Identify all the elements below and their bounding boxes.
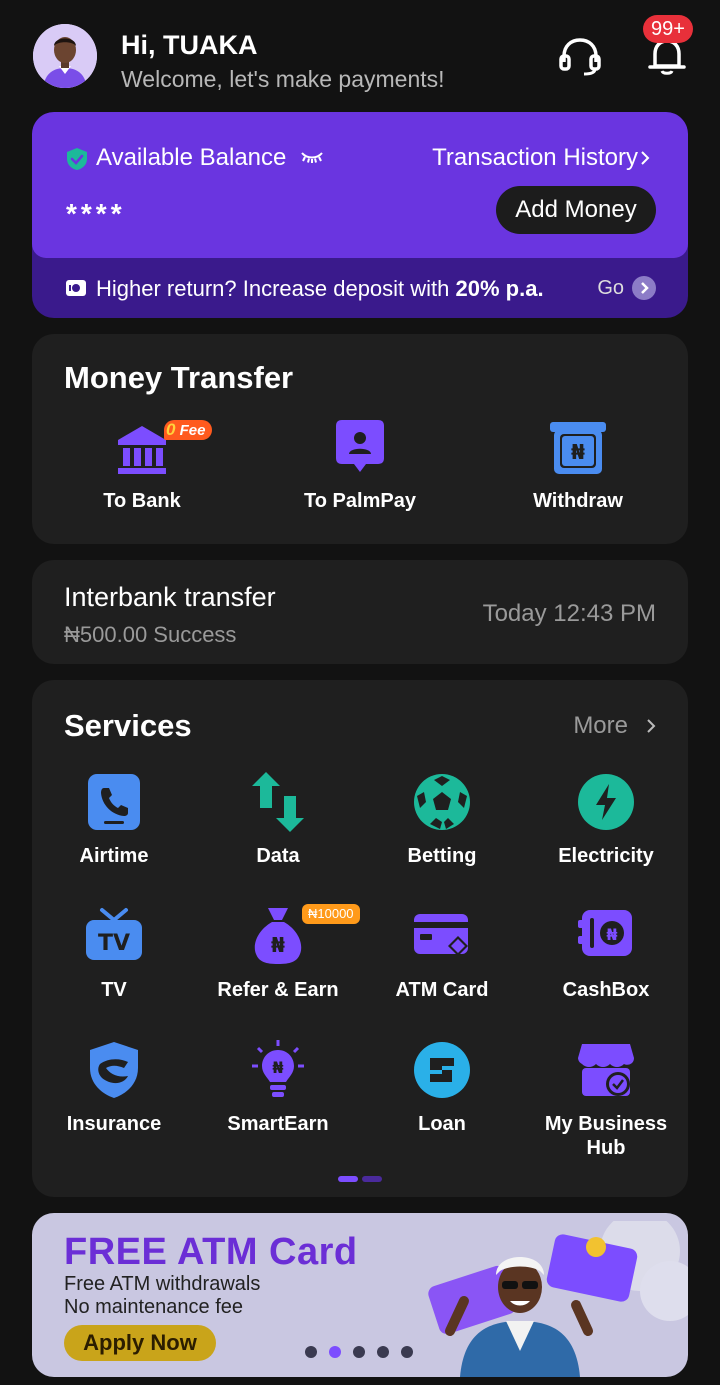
shield-icon xyxy=(90,1042,138,1098)
service-cashbox[interactable]: ₦ CashBox xyxy=(524,906,688,1002)
bank-icon xyxy=(118,426,166,474)
to-palmpay-label: To PalmPay xyxy=(304,490,416,512)
masked-balance: **** xyxy=(66,198,126,229)
service-label: Insurance xyxy=(66,1113,162,1135)
withdraw-icon: ₦ xyxy=(550,422,606,474)
to-bank-label: To Bank xyxy=(103,490,181,512)
chevron-right-icon xyxy=(641,282,649,294)
service-label: Refer & Earn xyxy=(217,979,339,1001)
go-button[interactable] xyxy=(632,276,656,300)
service-tv[interactable]: TV TV xyxy=(32,906,196,1002)
service-label: Loan xyxy=(418,1113,466,1135)
loan-icon xyxy=(414,1042,470,1098)
service-insurance[interactable]: Insurance xyxy=(32,1040,196,1136)
available-balance-label: Available Balance xyxy=(96,144,287,171)
refer-bonus-tag: ₦10000 xyxy=(302,904,360,924)
service-smartearn[interactable]: ₦ SmartEarn xyxy=(196,1040,360,1136)
promo-person-illustration xyxy=(428,1221,688,1377)
balance-panel: Available Balance Transaction History **… xyxy=(32,112,688,258)
svg-text:₦: ₦ xyxy=(606,925,617,944)
user-avatar-icon xyxy=(33,24,97,88)
tv-icon: TV xyxy=(86,908,142,960)
banner-carousel-dots[interactable] xyxy=(304,1345,416,1359)
deposit-icon xyxy=(66,280,86,296)
withdraw-label: Withdraw xyxy=(533,490,623,512)
svg-text:₦: ₦ xyxy=(271,933,285,957)
deposit-promo[interactable]: Higher return? Increase deposit with 20%… xyxy=(96,276,544,302)
recent-transaction-detail: ₦500.00 Success xyxy=(64,622,237,647)
service-electricity[interactable]: Electricity xyxy=(524,772,688,868)
services-card: Services More Airtime Data Betting Elect… xyxy=(32,680,688,1197)
eye-closed-icon[interactable] xyxy=(300,149,324,165)
withdraw-button[interactable]: ₦ Withdraw xyxy=(488,420,668,513)
service-label: CashBox xyxy=(562,979,650,1001)
zero-fee-digit: 0 xyxy=(166,420,176,439)
verified-shield-icon xyxy=(67,148,87,170)
greeting: Hi, TUAKA xyxy=(121,30,258,60)
add-money-button[interactable]: Add Money xyxy=(496,186,656,234)
promo-prefix: Higher return? Increase deposit with xyxy=(96,276,456,301)
apply-now-button[interactable]: Apply Now xyxy=(64,1325,216,1361)
services-page-indicator xyxy=(338,1176,382,1182)
avatar[interactable] xyxy=(33,24,97,88)
service-data[interactable]: Data xyxy=(196,772,360,868)
notification-badge: 99+ xyxy=(643,15,693,43)
service-label: Data xyxy=(256,845,300,867)
transaction-history-link[interactable]: Transaction History xyxy=(432,144,638,172)
promo-rate: 20% p.a. xyxy=(455,276,544,301)
recent-transaction-title: Interbank transfer xyxy=(64,582,276,612)
service-airtime[interactable]: Airtime xyxy=(32,772,196,868)
service-label: Betting xyxy=(407,845,477,867)
football-icon xyxy=(414,774,470,830)
banner-line-2: No maintenance fee xyxy=(64,1296,244,1318)
phone-icon xyxy=(88,774,140,830)
service-label: Airtime xyxy=(79,845,149,867)
balance-card: Available Balance Transaction History **… xyxy=(32,112,688,318)
store-icon xyxy=(578,1044,634,1096)
data-arrows-icon xyxy=(252,772,304,832)
service-label: ATM Card xyxy=(395,979,489,1001)
services-title: Services xyxy=(64,708,192,743)
service-atm-card[interactable]: ATM Card xyxy=(360,906,524,1002)
palmpay-user-icon xyxy=(336,420,384,472)
service-label: Electricity xyxy=(558,845,654,867)
service-label: TV xyxy=(101,979,127,1001)
atm-card-icon xyxy=(414,914,468,956)
banner-title: FREE ATM Card xyxy=(64,1231,358,1273)
welcome-subtitle: Welcome, let's make payments! xyxy=(121,66,445,92)
money-transfer-card: Money Transfer To Bank 0 Fee To PalmPay … xyxy=(32,334,688,544)
service-label: SmartEarn xyxy=(227,1113,329,1135)
service-betting[interactable]: Betting xyxy=(360,772,524,868)
recent-transaction-time: Today 12:43 PM xyxy=(482,600,656,627)
to-palmpay-button[interactable]: To PalmPay xyxy=(270,420,450,513)
safe-icon: ₦ xyxy=(578,910,632,956)
more-link[interactable]: More xyxy=(573,712,628,740)
headset-icon[interactable] xyxy=(558,36,602,76)
go-label[interactable]: Go xyxy=(597,277,624,300)
banner-line-1: Free ATM withdrawals xyxy=(64,1273,261,1295)
bulb-icon: ₦ xyxy=(252,1040,304,1097)
service-business-hub[interactable]: My Business Hub xyxy=(524,1040,688,1160)
money-transfer-title: Money Transfer xyxy=(64,360,294,395)
recent-transaction-card[interactable]: Interbank transfer ₦500.00 Success Today… xyxy=(32,560,688,664)
svg-text:TV: TV xyxy=(98,931,130,956)
svg-text:₦: ₦ xyxy=(571,440,585,464)
service-label: My Business Hub xyxy=(544,1113,668,1159)
lightning-icon xyxy=(578,774,634,830)
promo-banner[interactable]: FREE ATM Card Free ATM withdrawals No ma… xyxy=(32,1213,688,1377)
money-bag-icon: ₦ xyxy=(254,908,302,964)
header: Hi, TUAKA Welcome, let's make payments! … xyxy=(0,0,720,110)
chevron-right-icon[interactable] xyxy=(646,718,656,734)
svg-text:₦: ₦ xyxy=(272,1058,283,1077)
service-loan[interactable]: Loan xyxy=(360,1040,524,1136)
zero-fee-badge: 0 Fee xyxy=(164,420,212,440)
zero-fee-text: Fee xyxy=(179,422,206,439)
chevron-right-icon[interactable] xyxy=(640,150,650,166)
